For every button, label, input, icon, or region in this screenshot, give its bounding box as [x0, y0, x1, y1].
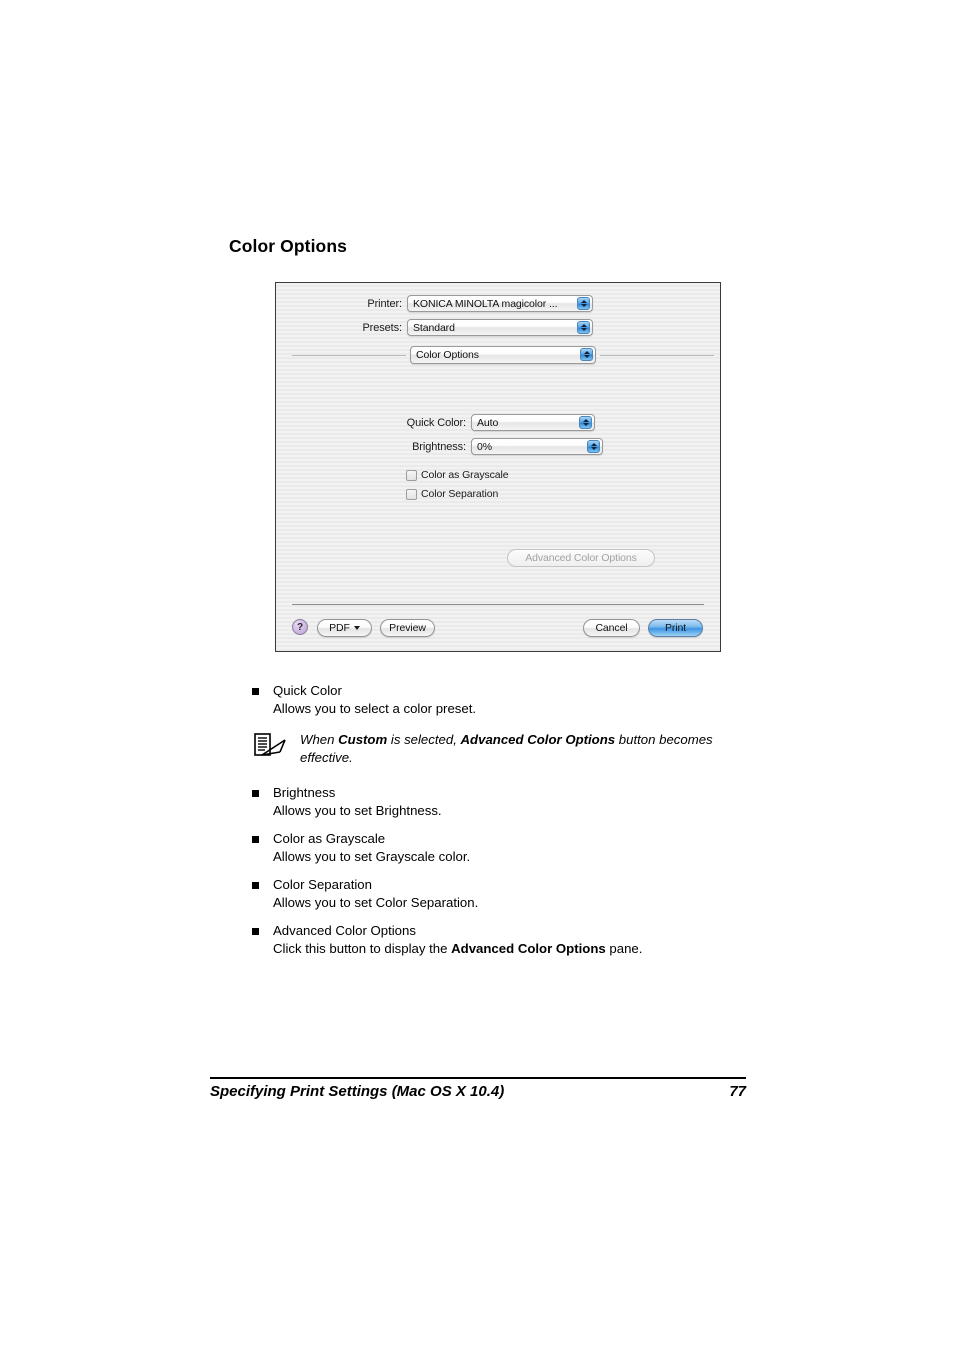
- square-bullet-icon: [252, 882, 259, 889]
- note-document-pen-icon: [254, 733, 286, 756]
- square-bullet-icon: [252, 836, 259, 843]
- chevron-updown-icon: [577, 321, 590, 334]
- page-title: Color Options: [229, 236, 347, 256]
- list-item: Advanced Color Options Click this button…: [248, 922, 718, 957]
- checkbox-box-icon[interactable]: [406, 469, 417, 481]
- checkbox-box-icon[interactable]: [406, 488, 417, 500]
- footer-page-number: 77: [729, 1083, 746, 1100]
- list-item-title: Quick Color: [273, 683, 342, 698]
- quick-color-label: Quick Color:: [406, 416, 466, 429]
- dialog-divider: [292, 604, 704, 605]
- help-button[interactable]: ?: [292, 619, 308, 635]
- quick-color-select[interactable]: Auto: [471, 414, 595, 431]
- brightness-select[interactable]: 0%: [471, 438, 603, 455]
- note-pre: When: [300, 732, 339, 747]
- list-item: Color as Grayscale Allows you to set Gra…: [248, 830, 718, 865]
- note-text: When Custom is selected, Advanced Color …: [300, 731, 718, 766]
- divider-left: [292, 354, 406, 356]
- list-item-desc: Allows you to set Grayscale color.: [273, 848, 471, 864]
- print-dialog: Printer: KONICA MINOLTA magicolor ... Pr…: [275, 282, 721, 652]
- presets-select-value: Standard: [413, 321, 455, 334]
- square-bullet-icon: [252, 688, 259, 695]
- printer-row: Printer: KONICA MINOLTA magicolor ...: [276, 295, 720, 312]
- color-separation-label: Color Separation: [421, 488, 499, 500]
- note-mid: is selected,: [387, 732, 461, 747]
- footer-rule: [210, 1077, 746, 1079]
- color-separation-checkbox[interactable]: Color Separation: [406, 488, 498, 500]
- pane-chooser-row: Color Options: [276, 345, 720, 365]
- square-bullet-icon: [252, 928, 259, 935]
- quick-color-row: Quick Color: Auto: [276, 414, 720, 431]
- footer-title: Specifying Print Settings (Mac OS X 10.4…: [210, 1083, 505, 1100]
- print-button[interactable]: Print: [648, 619, 703, 637]
- desc-bold: Advanced Color Options: [451, 940, 606, 956]
- preview-button[interactable]: Preview: [380, 619, 435, 637]
- divider-right: [600, 354, 714, 356]
- list-item-title: Advanced Color Options: [273, 923, 416, 938]
- quick-color-select-value: Auto: [477, 416, 499, 429]
- pdf-button-label: PDF: [329, 622, 350, 634]
- desc-post: pane.: [605, 940, 643, 956]
- desc-pre: Click this button to display the: [273, 940, 452, 956]
- list-item-desc: Allows you to set Brightness.: [273, 802, 442, 818]
- brightness-row: Brightness: 0%: [276, 438, 720, 455]
- color-as-grayscale-checkbox[interactable]: Color as Grayscale: [406, 469, 509, 481]
- note-callout: When Custom is selected, Advanced Color …: [248, 731, 718, 766]
- square-bullet-icon: [252, 790, 259, 797]
- brightness-select-value: 0%: [477, 440, 492, 453]
- list-item-desc: Allows you to set Color Separation.: [273, 894, 479, 910]
- list-item-desc: Allows you to select a color preset.: [273, 700, 477, 716]
- presets-row: Presets: Standard: [276, 319, 720, 336]
- list-item: Quick Color Allows you to select a color…: [248, 682, 718, 717]
- printer-select[interactable]: KONICA MINOLTA magicolor ...: [407, 295, 593, 312]
- pane-select-value: Color Options: [416, 349, 479, 361]
- pdf-button[interactable]: PDF: [317, 619, 372, 637]
- chevron-updown-icon: [577, 297, 590, 310]
- presets-label: Presets:: [362, 321, 402, 334]
- list-item-desc: Click this button to display the Advance…: [273, 940, 718, 958]
- color-as-grayscale-label: Color as Grayscale: [421, 469, 509, 481]
- note-bold-custom: Custom: [338, 732, 388, 747]
- printer-select-value: KONICA MINOLTA magicolor ...: [413, 297, 558, 310]
- description-list: Quick Color Allows you to select a color…: [248, 682, 718, 968]
- dialog-button-bar: ? PDF Preview Cancel Print: [276, 616, 720, 640]
- list-item-title: Brightness: [273, 785, 336, 800]
- footer: Specifying Print Settings (Mac OS X 10.4…: [210, 1083, 746, 1100]
- pane-select[interactable]: Color Options: [410, 346, 596, 364]
- chevron-updown-icon: [587, 440, 600, 453]
- presets-select[interactable]: Standard: [407, 319, 593, 336]
- list-item-title: Color Separation: [273, 877, 372, 892]
- note-bold-advanced: Advanced Color Options: [460, 732, 616, 747]
- advanced-color-options-button[interactable]: Advanced Color Options: [507, 549, 655, 567]
- chevron-down-icon: [353, 626, 360, 630]
- list-item: Color Separation Allows you to set Color…: [248, 876, 718, 911]
- list-item: Brightness Allows you to set Brightness.: [248, 784, 718, 819]
- chevron-updown-icon: [580, 348, 593, 361]
- printer-label: Printer:: [367, 297, 402, 310]
- brightness-label: Brightness:: [412, 440, 466, 453]
- list-item-title: Color as Grayscale: [273, 831, 386, 846]
- chevron-updown-icon: [579, 416, 592, 429]
- cancel-button[interactable]: Cancel: [583, 619, 640, 637]
